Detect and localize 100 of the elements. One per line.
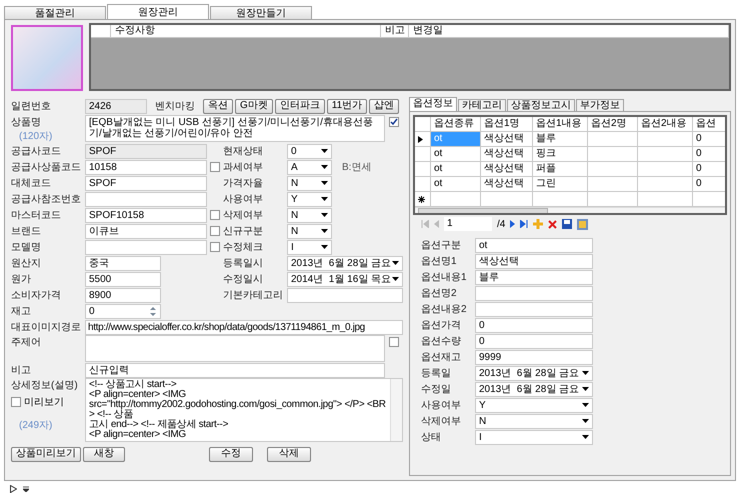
table-cell[interactable]: 0 xyxy=(693,147,725,162)
save-icon[interactable] xyxy=(562,219,572,229)
table-cell[interactable] xyxy=(638,132,693,147)
text-field[interactable] xyxy=(85,192,207,206)
row-header[interactable] xyxy=(415,192,431,207)
table-cell[interactable] xyxy=(588,192,638,207)
tab[interactable]: 카테고리 xyxy=(458,99,506,111)
table-cell[interactable] xyxy=(481,192,533,207)
dropdown[interactable]: I xyxy=(287,240,332,254)
text-field[interactable]: 색상선택 xyxy=(475,254,593,268)
table-cell[interactable] xyxy=(588,177,638,192)
dropdown[interactable]: N xyxy=(287,208,332,222)
table-cell[interactable]: 0 xyxy=(693,177,725,192)
text-field[interactable]: http://www.specialoffer.co.kr/shop/data/goods/1371194861_m_0.jpg xyxy=(85,320,403,334)
text-area[interactable]: [EQB날개없는 미니 USB 선풍기] 선풍기/미니선풍기/휴대용선풍기/날개없는 선풍기/어린이/유아 안전 xyxy=(85,115,385,142)
text-field[interactable]: 중국 xyxy=(85,256,161,270)
last-record-icon[interactable] xyxy=(520,220,528,228)
checkbox[interactable] xyxy=(389,117,399,127)
tab[interactable]: 품절관리 xyxy=(4,6,106,19)
number-field[interactable]: 0 xyxy=(85,304,161,318)
text-field[interactable]: SPOF xyxy=(85,176,207,190)
benchmark-button[interactable]: 옥션 xyxy=(203,98,233,114)
dropdown[interactable]: I xyxy=(475,430,593,444)
text-field[interactable]: SPOF xyxy=(85,144,207,158)
checkbox[interactable] xyxy=(210,226,220,236)
text-area[interactable] xyxy=(85,335,385,362)
tab[interactable]: 부가정보 xyxy=(576,99,624,111)
table-cell[interactable]: 색상선택 xyxy=(481,162,533,177)
dropdown[interactable]: A xyxy=(287,160,332,174)
text-field[interactable]: 9999 xyxy=(475,350,593,364)
tab[interactable]: 상품정보고시 xyxy=(507,99,575,111)
table-cell[interactable] xyxy=(638,162,693,177)
checkbox[interactable] xyxy=(210,210,220,220)
text-field[interactable]: 이큐브 xyxy=(85,224,207,238)
benchmark-button[interactable]: 샵엔 xyxy=(369,98,400,114)
checkbox[interactable] xyxy=(11,397,21,407)
delete-icon[interactable] xyxy=(548,220,558,228)
action-button[interactable]: 삭제 xyxy=(267,446,311,462)
checkbox[interactable] xyxy=(389,337,399,347)
spinner-icon[interactable] xyxy=(149,306,157,316)
text-field[interactable] xyxy=(475,302,593,316)
dropdown[interactable]: 0 xyxy=(287,144,332,158)
text-field[interactable]: 2426 xyxy=(85,98,147,114)
table-cell[interactable] xyxy=(588,162,638,177)
scrollbar[interactable] xyxy=(390,379,402,441)
table-cell[interactable] xyxy=(533,192,588,207)
text-field[interactable] xyxy=(475,286,593,300)
benchmark-button[interactable]: 11번가 xyxy=(326,98,368,114)
checkbox[interactable] xyxy=(210,162,220,172)
table-cell[interactable] xyxy=(638,192,693,207)
text-field[interactable]: 8900 xyxy=(85,288,161,302)
table-cell[interactable] xyxy=(693,192,725,207)
dropdown[interactable]: Y xyxy=(287,192,332,206)
benchmark-button[interactable]: G마켓 xyxy=(235,98,273,114)
table-cell[interactable]: 핑크 xyxy=(533,147,588,162)
text-field[interactable]: 블루 xyxy=(475,270,593,284)
table-cell[interactable]: ot xyxy=(431,177,481,192)
table-cell[interactable]: 색상선택 xyxy=(481,132,533,147)
text-field[interactable]: SPOF10158 xyxy=(85,208,207,222)
tab[interactable]: 원장만들기 xyxy=(210,6,312,19)
table-cell[interactable] xyxy=(588,132,638,147)
date-picker[interactable]: 2013년 6월 28일 금요 xyxy=(475,366,593,380)
row-header[interactable] xyxy=(415,132,431,147)
dropdown[interactable]: N xyxy=(475,414,593,428)
table-cell[interactable]: 색상선택 xyxy=(481,177,533,192)
date-picker[interactable]: 2013년 6월 28일 금요 xyxy=(475,382,593,396)
text-field[interactable] xyxy=(85,240,207,254)
add-icon[interactable] xyxy=(533,219,544,229)
tab[interactable]: 옵션정보 xyxy=(409,97,457,111)
text-field[interactable]: 0 xyxy=(475,318,593,332)
text-field[interactable]: ot xyxy=(475,238,593,252)
table-cell[interactable] xyxy=(638,177,693,192)
next-record-icon[interactable] xyxy=(510,220,516,228)
text-field[interactable] xyxy=(287,288,403,302)
benchmark-button[interactable]: 인터파크 xyxy=(274,98,325,114)
action-button[interactable]: 상품미리보기 xyxy=(11,446,81,462)
checkbox[interactable] xyxy=(210,242,220,252)
text-field[interactable]: 5500 xyxy=(85,272,161,286)
table-cell[interactable]: 0 xyxy=(693,132,725,147)
date-picker[interactable]: 2014년 1월 16일 목요 xyxy=(287,272,403,286)
dropdown[interactable]: N xyxy=(287,224,332,238)
action-button[interactable]: 수정 xyxy=(209,446,253,462)
text-field[interactable]: 신규입력 xyxy=(85,362,385,378)
date-picker[interactable]: 2013년 6월 28일 금요 xyxy=(287,256,403,270)
first-record-icon[interactable] xyxy=(421,220,429,228)
position-field[interactable]: 1 xyxy=(444,217,492,231)
tab[interactable]: 원장관리 xyxy=(107,4,209,19)
table-cell[interactable] xyxy=(638,147,693,162)
table-cell[interactable] xyxy=(431,192,481,207)
text-field[interactable]: 0 xyxy=(475,334,593,348)
dropdown[interactable]: Y xyxy=(475,398,593,412)
overflow-icon[interactable] xyxy=(23,486,29,492)
table-cell[interactable] xyxy=(588,147,638,162)
table-cell[interactable]: ot xyxy=(431,162,481,177)
action-button[interactable]: 새창 xyxy=(83,446,125,462)
play-icon[interactable] xyxy=(10,485,17,493)
table-cell[interactable]: ot xyxy=(431,147,481,162)
text-field[interactable]: 10158 xyxy=(85,160,207,174)
previous-record-icon[interactable] xyxy=(434,220,439,228)
table-cell[interactable]: 블루 xyxy=(533,132,588,147)
